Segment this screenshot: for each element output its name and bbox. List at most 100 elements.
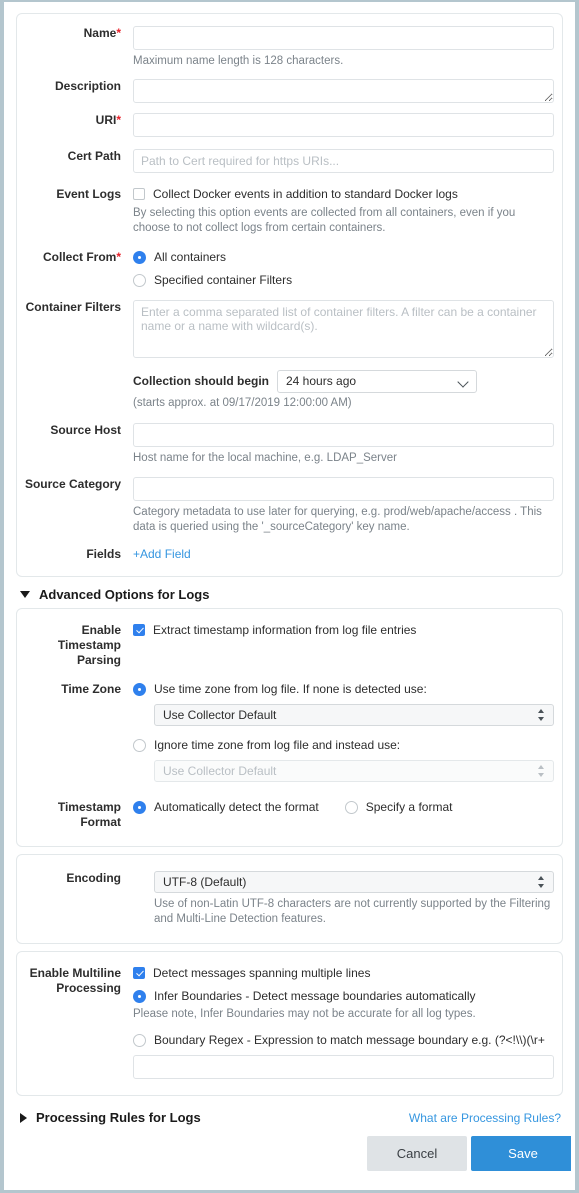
- hint-source-category: Category metadata to use later for query…: [133, 506, 542, 533]
- time-zone-option-use[interactable]: Use time zone from log file. If none is …: [133, 682, 554, 697]
- time-zone-select-ignore[interactable]: Use Collector Default: [154, 760, 554, 782]
- container-filters-textarea[interactable]: [133, 300, 554, 358]
- multiline-regex-input[interactable]: [133, 1055, 554, 1079]
- timestamp-format-label-specify: Specify a format: [365, 800, 453, 814]
- timestamp-parsing-checkbox-label: Extract timestamp information from log f…: [153, 623, 417, 637]
- label-source-category: Source Category: [24, 477, 121, 491]
- hint-collection-begin: (starts approx. at 09/17/2019 12:00:00 A…: [133, 397, 352, 409]
- field-row-fields: Fields +Add Field: [17, 535, 562, 576]
- field-row-description: Description: [17, 69, 562, 103]
- collect-from-label-all: All containers: [154, 250, 227, 264]
- advanced-options-header[interactable]: Advanced Options for Logs: [8, 577, 571, 608]
- name-input[interactable]: [133, 26, 554, 50]
- triangle-right-icon[interactable]: [20, 1112, 27, 1123]
- hint-multiline-infer: Please note, Infer Boundaries may not be…: [133, 1008, 476, 1020]
- event-logs-checkbox-row[interactable]: Collect Docker events in addition to sta…: [133, 187, 554, 202]
- triangle-down-icon[interactable]: [20, 591, 30, 598]
- hint-name: Maximum name length is 128 characters.: [133, 55, 344, 67]
- label-container-filters: Container Filters: [25, 300, 121, 314]
- description-textarea[interactable]: [133, 79, 554, 103]
- field-row-uri: URI*: [17, 103, 562, 137]
- time-zone-select-use[interactable]: Use Collector Default: [154, 704, 554, 726]
- field-row-source-category: Source Category Category metadata to use…: [17, 466, 562, 535]
- hint-source-host: Host name for the local machine, e.g. LD…: [133, 452, 397, 464]
- field-row-event-logs: Event Logs Collect Docker events in addi…: [17, 173, 562, 236]
- time-zone-radio-ignore[interactable]: [133, 739, 146, 752]
- encoding-card: Encoding UTF-8 (Default) Use of non-Lati…: [16, 854, 563, 944]
- label-name-text: Name: [83, 26, 117, 40]
- multiline-detect-label: Detect messages spanning multiple lines: [153, 966, 371, 980]
- save-button[interactable]: Save: [471, 1136, 571, 1171]
- collect-from-radio-all[interactable]: [133, 251, 146, 264]
- source-category-input[interactable]: [133, 477, 554, 501]
- timestamp-parsing-checkbox-row[interactable]: Extract timestamp information from log f…: [133, 623, 554, 638]
- multiline-infer-radio[interactable]: [133, 990, 146, 1003]
- multiline-card: Enable Multiline Processing Detect messa…: [16, 951, 563, 1096]
- event-logs-checkbox[interactable]: [133, 188, 145, 200]
- label-timestamp-parsing: Enable Timestamp Parsing: [57, 623, 121, 667]
- timestamp-parsing-checkbox[interactable]: [133, 624, 145, 636]
- field-row-encoding: Encoding UTF-8 (Default) Use of non-Lati…: [17, 855, 562, 943]
- label-timestamp-format: Timestamp Format: [57, 800, 121, 829]
- time-zone-select-ignore-value: Use Collector Default: [163, 764, 277, 778]
- label-description: Description: [54, 79, 121, 93]
- timestamp-format-radio-specify[interactable]: [344, 801, 358, 814]
- form-content: Name* Maximum name length is 128 charact…: [8, 4, 571, 1187]
- label-event-logs: Event Logs: [56, 187, 121, 201]
- field-row-cert-path: Cert Path: [17, 137, 562, 173]
- event-logs-checkbox-label: Collect Docker events in addition to sta…: [153, 187, 458, 201]
- timestamp-format-radio-auto[interactable]: [133, 801, 146, 814]
- collect-from-option-specified[interactable]: Specified container Filters: [133, 273, 554, 288]
- hint-encoding: Use of non-Latin UTF-8 characters are no…: [154, 898, 551, 925]
- basic-settings-card: Name* Maximum name length is 128 charact…: [16, 13, 563, 577]
- field-row-time-zone: Time Zone Use time zone from log file. I…: [17, 668, 562, 798]
- processing-rules-help-link[interactable]: What are Processing Rules?: [409, 1111, 561, 1125]
- window-frame: Name* Maximum name length is 128 charact…: [0, 0, 579, 1193]
- time-zone-radio-use[interactable]: [133, 683, 146, 696]
- field-row-source-host: Source Host Host name for the local mach…: [17, 411, 562, 466]
- encoding-select[interactable]: UTF-8 (Default): [154, 871, 554, 893]
- multiline-detect-checkbox[interactable]: [133, 967, 145, 979]
- label-collect-from-text: Collect From: [42, 250, 117, 264]
- stepper-arrows-icon-encoding: [538, 875, 546, 890]
- label-uri-text: URI: [95, 113, 117, 127]
- form-footer: Cancel Save: [8, 1127, 571, 1171]
- label-source-host: Source Host: [50, 423, 121, 437]
- required-marker-uri: *: [116, 113, 121, 127]
- source-host-input[interactable]: [133, 423, 554, 447]
- label-multiline: Enable Multiline Processing: [29, 966, 121, 995]
- multiline-infer-label: Infer Boundaries - Detect message bounda…: [154, 989, 476, 1003]
- field-row-name: Name* Maximum name length is 128 charact…: [17, 14, 562, 69]
- multiline-regex-row[interactable]: Boundary Regex - Expression to match mes…: [133, 1033, 554, 1048]
- field-row-collection-begin: Collection should begin 24 hours ago (st…: [17, 358, 562, 411]
- field-row-collect-from: Collect From* All containers Specified c…: [17, 236, 562, 288]
- time-zone-label-use: Use time zone from log file. If none is …: [154, 682, 427, 696]
- label-collection-begin: Collection should begin: [133, 374, 269, 388]
- cancel-button[interactable]: Cancel: [367, 1136, 467, 1171]
- collection-begin-dropdown[interactable]: 24 hours ago: [277, 370, 477, 393]
- label-name: Name*: [17, 26, 133, 41]
- multiline-regex-radio[interactable]: [133, 1034, 146, 1047]
- timestamp-format-label-auto: Automatically detect the format: [154, 800, 319, 814]
- advanced-options-title: Advanced Options for Logs: [39, 587, 210, 602]
- multiline-infer-row[interactable]: Infer Boundaries - Detect message bounda…: [133, 989, 554, 1004]
- collect-from-radio-specified[interactable]: [133, 274, 146, 287]
- time-zone-select-use-value: Use Collector Default: [163, 708, 277, 722]
- timestamp-format-option-auto[interactable]: Automatically detect the format: [133, 800, 319, 815]
- label-cert-path: Cert Path: [67, 149, 121, 163]
- processing-rules-header[interactable]: Processing Rules for Logs What are Proce…: [8, 1096, 571, 1127]
- uri-input[interactable]: [133, 113, 554, 137]
- field-row-container-filters: Container Filters: [17, 288, 562, 358]
- time-zone-option-ignore[interactable]: Ignore time zone from log file and inste…: [133, 738, 554, 753]
- multiline-detect-row[interactable]: Detect messages spanning multiple lines: [133, 966, 554, 981]
- processing-rules-title: Processing Rules for Logs: [36, 1110, 201, 1125]
- label-uri: URI*: [17, 113, 133, 128]
- time-zone-label-ignore: Ignore time zone from log file and inste…: [154, 738, 401, 752]
- collect-from-option-all[interactable]: All containers: [133, 250, 554, 265]
- label-encoding: Encoding: [66, 871, 121, 885]
- cert-path-input[interactable]: [133, 149, 554, 173]
- required-marker-name: *: [116, 26, 121, 40]
- add-field-link[interactable]: +Add Field: [133, 547, 191, 561]
- field-row-timestamp-format: Timestamp Format Automatically detect th…: [17, 798, 562, 846]
- timestamp-format-option-specify[interactable]: Specify a format: [344, 800, 453, 815]
